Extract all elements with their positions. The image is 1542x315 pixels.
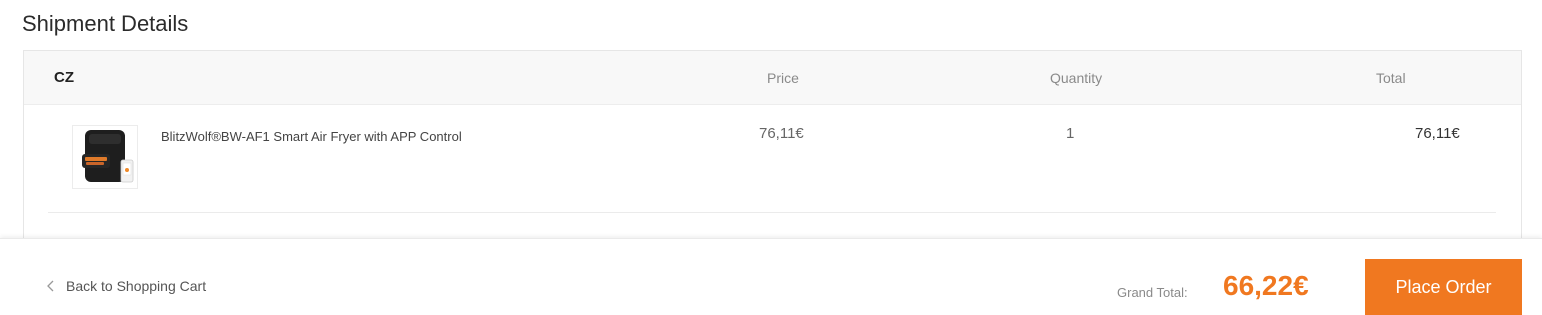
place-order-button[interactable]: Place Order xyxy=(1365,259,1522,315)
table-header: CZ Price Quantity Total xyxy=(24,51,1521,105)
quantity-column-header: Quantity xyxy=(1050,70,1103,86)
page-title: Shipment Details xyxy=(22,11,189,36)
chevron-left-icon xyxy=(44,279,58,293)
table-row: BlitzWolf®BW-AF1 Smart Air Fryer with AP… xyxy=(24,105,1521,213)
back-to-cart-link[interactable]: Back to Shopping Cart xyxy=(44,278,206,294)
air-fryer-icon xyxy=(82,130,134,183)
checkout-footer: Back to Shopping Cart Grand Total: 66,22… xyxy=(0,238,1542,315)
row-divider xyxy=(48,212,1496,213)
price-column-header: Price xyxy=(767,70,799,86)
grand-total-label: Grand Total: xyxy=(1117,285,1188,300)
product-quantity: 1 xyxy=(1066,125,1075,142)
total-column-header: Total xyxy=(1376,70,1406,86)
product-image[interactable] xyxy=(72,125,138,189)
back-to-cart-label: Back to Shopping Cart xyxy=(66,278,207,294)
product-price: 76,11€ xyxy=(759,125,804,142)
product-name[interactable]: BlitzWolf®BW-AF1 Smart Air Fryer with AP… xyxy=(161,129,471,144)
country-code: CZ xyxy=(54,69,74,86)
grand-total-value: 66,22€ xyxy=(1223,270,1309,301)
shipment-table: CZ Price Quantity Total BlitzWolf®BW-AF1… xyxy=(23,50,1522,250)
product-total: 76,11€ xyxy=(1415,125,1460,142)
